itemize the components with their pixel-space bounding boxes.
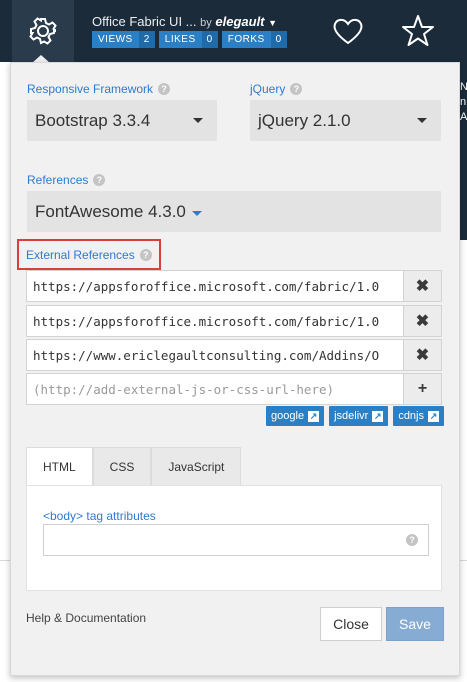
- dropdown-arrow-icon: [193, 118, 203, 123]
- background-page-glimpse: N n A: [460, 62, 467, 240]
- background-text: N: [460, 81, 467, 93]
- external-reference-row: https://appsforoffice.microsoft.com/fabr…: [26, 305, 442, 337]
- likes-count: 0: [201, 31, 218, 48]
- external-link-icon: ↗: [308, 410, 320, 422]
- plus-icon: +: [417, 380, 428, 397]
- help-documentation-link[interactable]: Help & Documentation: [26, 611, 146, 625]
- framework-label: Responsive Framework ?: [27, 82, 171, 96]
- close-icon: ✖: [415, 313, 430, 330]
- framework-label-text: Responsive Framework: [27, 82, 154, 96]
- jquery-label-text: jQuery: [250, 82, 286, 96]
- tab-html[interactable]: HTML: [26, 447, 93, 485]
- external-reference-input[interactable]: https://www.ericlegaultconsulting.com/Ad…: [26, 339, 404, 371]
- forks-badge: FORKS 0: [221, 31, 287, 48]
- body-attributes-label: <body> tag attributes: [43, 509, 156, 523]
- cdn-buttons: google ↗ jsdelivr ↗ cdnjs ↗: [266, 406, 444, 426]
- jquery-value: jQuery 2.1.0: [258, 110, 351, 130]
- help-icon[interactable]: ?: [93, 174, 106, 186]
- external-references-highlight: External References ?: [17, 239, 161, 270]
- save-button[interactable]: Save: [386, 607, 444, 641]
- remove-reference-button[interactable]: ✖: [404, 270, 442, 302]
- help-icon[interactable]: ?: [158, 83, 171, 95]
- external-reference-input[interactable]: https://appsforoffice.microsoft.com/fabr…: [26, 305, 404, 337]
- likes-label: LIKES: [164, 34, 196, 45]
- jsdelivr-cdn-button[interactable]: jsdelivr ↗: [329, 406, 389, 426]
- likes-badge: LIKES 0: [158, 31, 218, 48]
- framework-select[interactable]: Bootstrap 3.3.4: [27, 100, 217, 141]
- gear-icon: [29, 17, 57, 45]
- forks-count: 0: [270, 31, 287, 48]
- external-reference-input[interactable]: https://appsforoffice.microsoft.com/fabr…: [26, 270, 404, 302]
- remove-reference-button[interactable]: ✖: [404, 339, 442, 371]
- views-label: VIEWS: [98, 34, 133, 45]
- star-icon: [402, 15, 434, 46]
- add-reference-button[interactable]: +: [404, 373, 442, 405]
- jquery-select[interactable]: jQuery 2.1.0: [250, 100, 441, 141]
- heart-icon: [333, 18, 363, 45]
- fiddle-name: Office Fabric UI ...: [92, 14, 197, 29]
- external-reference-new-row: (http://add-external-js-or-css-url-here)…: [26, 373, 442, 405]
- by-label: by: [200, 17, 212, 29]
- fiddle-title[interactable]: Office Fabric UI ... by elegault ▼: [92, 14, 277, 29]
- like-button[interactable]: [331, 14, 365, 48]
- author-name: elegault: [215, 14, 265, 29]
- favorite-button[interactable]: [400, 13, 436, 49]
- google-cdn-button[interactable]: google ↗: [266, 406, 325, 426]
- caret-down-icon: ▼: [268, 18, 278, 28]
- settings-button[interactable]: [12, 0, 74, 62]
- jquery-label: jQuery ?: [250, 82, 303, 96]
- references-label: References ?: [27, 173, 106, 187]
- cdnjs-cdn-label: cdnjs: [398, 410, 424, 422]
- external-link-icon: ↗: [372, 410, 384, 422]
- views-count: 2: [138, 31, 155, 48]
- cdnjs-cdn-button[interactable]: cdnjs ↗: [393, 406, 444, 426]
- background-text: A: [460, 111, 467, 123]
- remove-reference-button[interactable]: ✖: [404, 305, 442, 337]
- help-icon[interactable]: ?: [406, 534, 418, 546]
- external-references-label: External References ?: [26, 241, 159, 268]
- dropdown-arrow-icon: [191, 210, 202, 216]
- references-value: FontAwesome 4.3.0: [35, 201, 186, 221]
- jsdelivr-cdn-label: jsdelivr: [334, 410, 369, 422]
- tab-javascript[interactable]: JavaScript: [151, 447, 242, 485]
- help-icon[interactable]: ?: [139, 248, 152, 261]
- references-select[interactable]: FontAwesome 4.3.0: [27, 191, 441, 232]
- external-reference-new-input[interactable]: (http://add-external-js-or-css-url-here): [26, 373, 404, 405]
- references-label-text: References: [27, 173, 89, 187]
- external-reference-row: https://appsforoffice.microsoft.com/fabr…: [26, 270, 442, 302]
- html-tab-pane: <body> tag attributes ?: [26, 485, 442, 591]
- external-reference-row: https://www.ericlegaultconsulting.com/Ad…: [26, 339, 442, 371]
- close-button[interactable]: Close: [320, 607, 382, 641]
- framework-value: Bootstrap 3.3.4: [35, 110, 151, 130]
- external-link-icon: ↗: [428, 410, 439, 422]
- google-cdn-label: google: [271, 410, 305, 422]
- help-icon[interactable]: ?: [290, 83, 303, 95]
- tab-css[interactable]: CSS: [92, 447, 152, 485]
- body-attributes-input[interactable]: ?: [43, 524, 429, 556]
- close-icon: ✖: [415, 347, 430, 364]
- views-badge: VIEWS 2: [92, 31, 155, 48]
- background-text: n: [460, 96, 467, 108]
- forks-label: FORKS: [227, 34, 265, 45]
- close-icon: ✖: [415, 278, 430, 295]
- stats-bar: VIEWS 2 LIKES 0 FORKS 0: [92, 31, 287, 48]
- editor-tabs: HTML CSS JavaScript: [26, 447, 242, 485]
- external-references-label-text: External References: [26, 247, 135, 262]
- top-bar: Office Fabric UI ... by elegault ▼ VIEWS…: [0, 0, 467, 62]
- dropdown-arrow-icon: [417, 118, 427, 123]
